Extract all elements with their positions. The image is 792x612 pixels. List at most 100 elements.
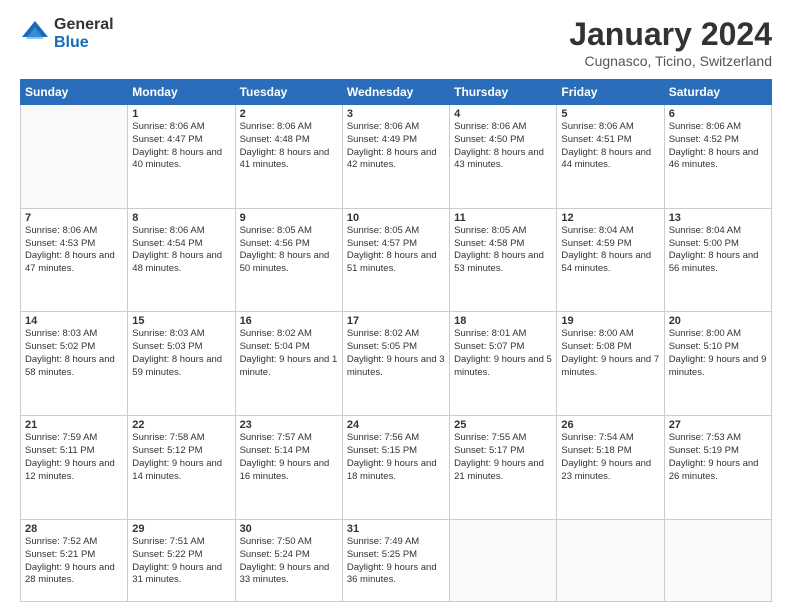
cell-details: Sunrise: 8:02 AMSunset: 5:04 PMDaylight:…	[240, 328, 338, 379]
day-number: 22	[132, 419, 230, 431]
cell-details: Sunrise: 7:49 AMSunset: 5:25 PMDaylight:…	[347, 536, 445, 587]
cell-details: Sunrise: 8:05 AMSunset: 4:56 PMDaylight:…	[240, 225, 338, 276]
calendar-cell: 15Sunrise: 8:03 AMSunset: 5:03 PMDayligh…	[128, 312, 235, 416]
day-number: 5	[561, 108, 659, 120]
calendar-cell: 24Sunrise: 7:56 AMSunset: 5:15 PMDayligh…	[342, 416, 449, 520]
col-header-sunday: Sunday	[21, 80, 128, 105]
cell-details: Sunrise: 8:04 AMSunset: 5:00 PMDaylight:…	[669, 225, 767, 276]
calendar-cell: 4Sunrise: 8:06 AMSunset: 4:50 PMDaylight…	[450, 105, 557, 209]
calendar-cell: 21Sunrise: 7:59 AMSunset: 5:11 PMDayligh…	[21, 416, 128, 520]
cell-details: Sunrise: 8:00 AMSunset: 5:10 PMDaylight:…	[669, 328, 767, 379]
calendar-cell: 7Sunrise: 8:06 AMSunset: 4:53 PMDaylight…	[21, 208, 128, 312]
calendar-cell: 6Sunrise: 8:06 AMSunset: 4:52 PMDaylight…	[664, 105, 771, 209]
cell-details: Sunrise: 8:06 AMSunset: 4:47 PMDaylight:…	[132, 121, 230, 172]
day-number: 26	[561, 419, 659, 431]
cell-details: Sunrise: 7:57 AMSunset: 5:14 PMDaylight:…	[240, 432, 338, 483]
day-number: 16	[240, 315, 338, 327]
calendar-cell: 19Sunrise: 8:00 AMSunset: 5:08 PMDayligh…	[557, 312, 664, 416]
week-row-2: 7Sunrise: 8:06 AMSunset: 4:53 PMDaylight…	[21, 208, 772, 312]
col-header-wednesday: Wednesday	[342, 80, 449, 105]
day-number: 14	[25, 315, 123, 327]
day-number: 23	[240, 419, 338, 431]
calendar-cell: 14Sunrise: 8:03 AMSunset: 5:02 PMDayligh…	[21, 312, 128, 416]
title-block: January 2024 Cugnasco, Ticino, Switzerla…	[569, 16, 772, 69]
calendar-cell: 5Sunrise: 8:06 AMSunset: 4:51 PMDaylight…	[557, 105, 664, 209]
col-header-tuesday: Tuesday	[235, 80, 342, 105]
calendar-cell: 11Sunrise: 8:05 AMSunset: 4:58 PMDayligh…	[450, 208, 557, 312]
calendar-cell	[557, 519, 664, 601]
location: Cugnasco, Ticino, Switzerland	[569, 53, 772, 69]
day-number: 31	[347, 523, 445, 535]
cell-details: Sunrise: 8:05 AMSunset: 4:58 PMDaylight:…	[454, 225, 552, 276]
cell-details: Sunrise: 8:03 AMSunset: 5:03 PMDaylight:…	[132, 328, 230, 379]
day-number: 1	[132, 108, 230, 120]
day-number: 18	[454, 315, 552, 327]
cell-details: Sunrise: 8:04 AMSunset: 4:59 PMDaylight:…	[561, 225, 659, 276]
day-number: 3	[347, 108, 445, 120]
day-number: 17	[347, 315, 445, 327]
calendar-header-row: SundayMondayTuesdayWednesdayThursdayFrid…	[21, 80, 772, 105]
day-number: 11	[454, 212, 552, 224]
col-header-saturday: Saturday	[664, 80, 771, 105]
calendar-cell: 8Sunrise: 8:06 AMSunset: 4:54 PMDaylight…	[128, 208, 235, 312]
cell-details: Sunrise: 8:03 AMSunset: 5:02 PMDaylight:…	[25, 328, 123, 379]
calendar-cell	[664, 519, 771, 601]
calendar-cell: 29Sunrise: 7:51 AMSunset: 5:22 PMDayligh…	[128, 519, 235, 601]
cell-details: Sunrise: 7:55 AMSunset: 5:17 PMDaylight:…	[454, 432, 552, 483]
cell-details: Sunrise: 8:06 AMSunset: 4:48 PMDaylight:…	[240, 121, 338, 172]
calendar-cell: 16Sunrise: 8:02 AMSunset: 5:04 PMDayligh…	[235, 312, 342, 416]
calendar-cell	[450, 519, 557, 601]
calendar-cell: 13Sunrise: 8:04 AMSunset: 5:00 PMDayligh…	[664, 208, 771, 312]
logo-icon	[20, 19, 50, 49]
calendar-cell: 12Sunrise: 8:04 AMSunset: 4:59 PMDayligh…	[557, 208, 664, 312]
calendar-cell: 31Sunrise: 7:49 AMSunset: 5:25 PMDayligh…	[342, 519, 449, 601]
cell-details: Sunrise: 8:06 AMSunset: 4:51 PMDaylight:…	[561, 121, 659, 172]
day-number: 28	[25, 523, 123, 535]
week-row-1: 1Sunrise: 8:06 AMSunset: 4:47 PMDaylight…	[21, 105, 772, 209]
cell-details: Sunrise: 8:06 AMSunset: 4:54 PMDaylight:…	[132, 225, 230, 276]
cell-details: Sunrise: 7:51 AMSunset: 5:22 PMDaylight:…	[132, 536, 230, 587]
calendar-cell: 27Sunrise: 7:53 AMSunset: 5:19 PMDayligh…	[664, 416, 771, 520]
day-number: 15	[132, 315, 230, 327]
month-title: January 2024	[569, 16, 772, 53]
logo: General Blue	[20, 16, 114, 51]
calendar-cell: 2Sunrise: 8:06 AMSunset: 4:48 PMDaylight…	[235, 105, 342, 209]
cell-details: Sunrise: 8:05 AMSunset: 4:57 PMDaylight:…	[347, 225, 445, 276]
calendar-cell: 1Sunrise: 8:06 AMSunset: 4:47 PMDaylight…	[128, 105, 235, 209]
day-number: 25	[454, 419, 552, 431]
calendar-cell: 22Sunrise: 7:58 AMSunset: 5:12 PMDayligh…	[128, 416, 235, 520]
calendar-cell: 17Sunrise: 8:02 AMSunset: 5:05 PMDayligh…	[342, 312, 449, 416]
page: General Blue January 2024 Cugnasco, Tici…	[0, 0, 792, 612]
cell-details: Sunrise: 7:56 AMSunset: 5:15 PMDaylight:…	[347, 432, 445, 483]
week-row-4: 21Sunrise: 7:59 AMSunset: 5:11 PMDayligh…	[21, 416, 772, 520]
cell-details: Sunrise: 8:06 AMSunset: 4:53 PMDaylight:…	[25, 225, 123, 276]
calendar-cell: 25Sunrise: 7:55 AMSunset: 5:17 PMDayligh…	[450, 416, 557, 520]
cell-details: Sunrise: 8:01 AMSunset: 5:07 PMDaylight:…	[454, 328, 552, 379]
header: General Blue January 2024 Cugnasco, Tici…	[20, 16, 772, 69]
day-number: 8	[132, 212, 230, 224]
day-number: 24	[347, 419, 445, 431]
col-header-friday: Friday	[557, 80, 664, 105]
day-number: 7	[25, 212, 123, 224]
col-header-monday: Monday	[128, 80, 235, 105]
logo-general-text: General	[54, 16, 114, 34]
logo-blue-text: Blue	[54, 34, 114, 52]
cell-details: Sunrise: 7:58 AMSunset: 5:12 PMDaylight:…	[132, 432, 230, 483]
calendar-cell: 3Sunrise: 8:06 AMSunset: 4:49 PMDaylight…	[342, 105, 449, 209]
cell-details: Sunrise: 7:53 AMSunset: 5:19 PMDaylight:…	[669, 432, 767, 483]
calendar-cell	[21, 105, 128, 209]
day-number: 10	[347, 212, 445, 224]
day-number: 13	[669, 212, 767, 224]
day-number: 30	[240, 523, 338, 535]
calendar-cell: 23Sunrise: 7:57 AMSunset: 5:14 PMDayligh…	[235, 416, 342, 520]
day-number: 2	[240, 108, 338, 120]
col-header-thursday: Thursday	[450, 80, 557, 105]
day-number: 4	[454, 108, 552, 120]
cell-details: Sunrise: 7:50 AMSunset: 5:24 PMDaylight:…	[240, 536, 338, 587]
cell-details: Sunrise: 8:00 AMSunset: 5:08 PMDaylight:…	[561, 328, 659, 379]
calendar-cell: 18Sunrise: 8:01 AMSunset: 5:07 PMDayligh…	[450, 312, 557, 416]
calendar-cell: 20Sunrise: 8:00 AMSunset: 5:10 PMDayligh…	[664, 312, 771, 416]
cell-details: Sunrise: 8:06 AMSunset: 4:50 PMDaylight:…	[454, 121, 552, 172]
day-number: 9	[240, 212, 338, 224]
day-number: 29	[132, 523, 230, 535]
